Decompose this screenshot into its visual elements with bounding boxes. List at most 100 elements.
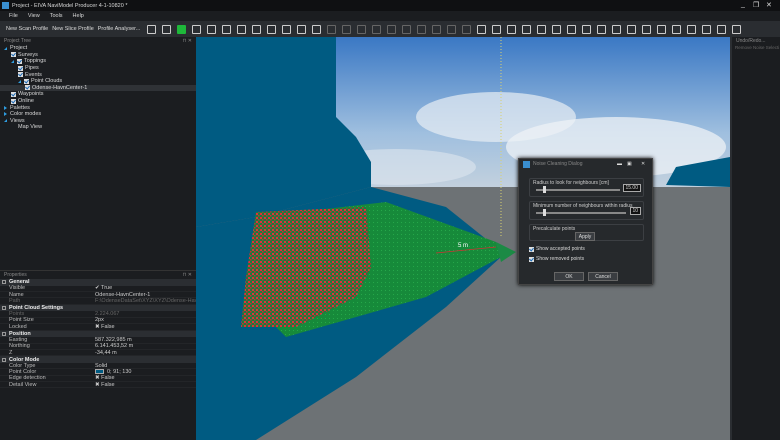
plugin-icon[interactable] <box>192 24 202 34</box>
menu-file[interactable]: File <box>9 13 18 19</box>
collapse-icon[interactable] <box>2 306 6 311</box>
profile-analyser-button[interactable]: Profile Analyser... <box>98 26 141 32</box>
point-icon[interactable] <box>567 24 577 34</box>
ruler-icon[interactable] <box>282 24 292 34</box>
maximize-button[interactable]: ❐ <box>753 1 759 9</box>
cloud-remove-icon[interactable] <box>687 24 697 34</box>
checkbox[interactable] <box>11 91 16 97</box>
new-file-icon[interactable] <box>147 24 157 34</box>
maximize-button[interactable]: ▣ <box>627 161 632 167</box>
tree-item[interactable]: Views <box>0 118 196 125</box>
radius-input[interactable]: 15.00 <box>623 184 641 192</box>
tree-item[interactable]: Palettes <box>0 104 196 111</box>
points-icon[interactable] <box>402 24 412 34</box>
tree-item[interactable]: Online <box>0 98 196 105</box>
pin-icon[interactable] <box>492 24 502 34</box>
tree-item[interactable]: Waypoints <box>0 91 196 98</box>
new-scan-profile-button[interactable]: New Scan Profile <box>6 26 48 32</box>
tree-item[interactable]: Project <box>0 45 196 52</box>
new-slice-profile-button[interactable]: New Slice Profile <box>52 26 94 32</box>
pin-close-icon[interactable]: ⊓ ✕ <box>183 38 192 44</box>
dot-icon[interactable] <box>447 24 457 34</box>
tree-item[interactable]: Events <box>0 71 196 78</box>
apply-button[interactable]: Apply <box>575 232 595 241</box>
show-removed-checkbox[interactable]: Show removed points <box>529 256 584 262</box>
radius-slider[interactable] <box>536 186 620 193</box>
cloud-x-icon[interactable] <box>657 24 667 34</box>
cursor-icon[interactable] <box>612 24 622 34</box>
checkbox[interactable] <box>17 58 22 64</box>
tree-item[interactable]: Surveys <box>0 52 196 59</box>
tree-item[interactable]: Map View <box>0 124 196 131</box>
checkbox[interactable] <box>18 65 23 71</box>
collapse-icon[interactable] <box>2 357 6 362</box>
property-row[interactable]: Detail View ✖ False <box>0 382 196 389</box>
light-icon[interactable] <box>327 24 337 34</box>
chart-icon[interactable] <box>552 24 562 34</box>
close-button[interactable]: ✕ <box>766 1 772 9</box>
expand-arrow-icon[interactable] <box>4 112 7 117</box>
square-icon[interactable] <box>372 24 382 34</box>
min-neighbours-slider[interactable] <box>536 209 626 216</box>
minimize-button[interactable]: ▬ <box>617 161 622 167</box>
cloud-dot-icon[interactable] <box>702 24 712 34</box>
cloud-sync-icon[interactable] <box>597 24 607 34</box>
collapse-icon[interactable] <box>732 24 742 34</box>
polygon-icon[interactable] <box>642 24 652 34</box>
view-3d-icon[interactable] <box>222 24 232 34</box>
checkbox[interactable] <box>18 72 23 78</box>
grid-icon[interactable] <box>237 24 247 34</box>
north-arrow-icon[interactable] <box>252 24 262 34</box>
tag-icon[interactable] <box>387 24 397 34</box>
tree-item[interactable]: Point Clouds <box>0 78 196 85</box>
checkbox[interactable] <box>25 85 30 91</box>
open-folder-icon[interactable] <box>162 24 172 34</box>
cancel-button[interactable]: Cancel <box>588 272 618 281</box>
expand-arrow-icon[interactable] <box>18 79 21 83</box>
menu-tools[interactable]: Tools <box>50 13 63 19</box>
camera-icon[interactable] <box>297 24 307 34</box>
close-button[interactable]: ✕ <box>641 161 645 167</box>
collapse-icon[interactable] <box>2 280 6 285</box>
property-row[interactable]: Path F:\OdenseDataSet\XYZ\XYZ\Odense-Havn… <box>0 298 196 305</box>
profile-icon[interactable] <box>267 24 277 34</box>
expand-arrow-icon[interactable] <box>4 119 7 123</box>
brush-icon[interactable] <box>357 24 367 34</box>
show-accepted-checkbox[interactable]: Show accepted points <box>529 246 585 252</box>
expand-arrow-icon[interactable] <box>4 105 7 110</box>
face-icon[interactable] <box>432 24 442 34</box>
property-row[interactable]: Locked ✖ False <box>0 324 196 331</box>
minimize-button[interactable]: _ <box>741 1 745 8</box>
palette-icon[interactable] <box>342 24 352 34</box>
collapse-icon[interactable] <box>2 331 6 336</box>
ok-button[interactable]: OK <box>554 272 584 281</box>
checkbox[interactable] <box>11 52 16 58</box>
undo-item[interactable]: Remove Noise Selecti <box>732 45 780 50</box>
smile-icon[interactable] <box>417 24 427 34</box>
checkbox[interactable] <box>24 78 29 84</box>
tree-item[interactable]: Odense-HavnCenter-1 <box>0 84 196 92</box>
tree-item[interactable]: Pipes <box>0 65 196 72</box>
dots-icon[interactable] <box>582 24 592 34</box>
cursor-select-icon[interactable] <box>627 24 637 34</box>
dot-small-icon[interactable] <box>462 24 472 34</box>
network-icon[interactable] <box>477 24 487 34</box>
color-swatch[interactable] <box>95 369 104 375</box>
frame-icon[interactable] <box>507 24 517 34</box>
cloud-icon[interactable] <box>537 24 547 34</box>
menu-view[interactable]: View <box>28 13 40 19</box>
slider-thumb[interactable] <box>543 209 547 216</box>
expand-arrow-icon[interactable] <box>4 46 7 50</box>
tree-item[interactable]: Toppings <box>0 58 196 65</box>
expand-arrow-icon[interactable] <box>11 59 14 63</box>
cloud-undo-icon[interactable] <box>717 24 727 34</box>
tree-item[interactable]: Color modes <box>0 111 196 118</box>
menu-help[interactable]: Help <box>73 13 84 19</box>
slider-thumb[interactable] <box>542 186 546 193</box>
checkbox[interactable] <box>11 98 16 104</box>
view-2d-icon[interactable] <box>207 24 217 34</box>
pin-close-icon[interactable]: ⊓ ✕ <box>183 272 192 278</box>
min-neighbours-input[interactable]: 10 <box>630 207 641 215</box>
property-row[interactable]: Z -34,44 m <box>0 350 196 357</box>
xyz-icon[interactable] <box>522 24 532 34</box>
